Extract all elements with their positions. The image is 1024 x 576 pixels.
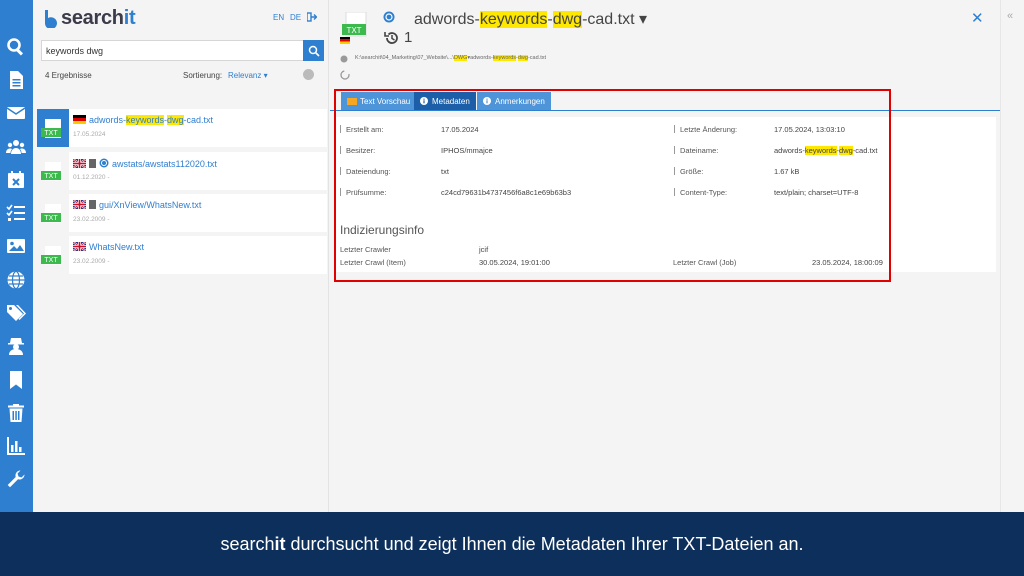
result-item[interactable]: TXT awstats/awstats112020.txt 01.12.2020…	[37, 152, 327, 190]
svg-text:TXT: TXT	[44, 215, 58, 222]
lang-de-link[interactable]: DE	[290, 13, 301, 22]
results-panel: searchit EN DE 4 Ergebnisse Sortierung: …	[33, 0, 329, 512]
txt-file-icon: TXT	[340, 12, 367, 44]
svg-text:TXT: TXT	[44, 257, 58, 264]
result-item[interactable]: TXT gui/XnView/WhatsNew.txt 23.02.2009 -	[37, 194, 327, 232]
collapse-icon[interactable]: «	[1007, 10, 1013, 22]
result-date: 23.02.2009 -	[73, 216, 110, 223]
file-path[interactable]: K:\searchit\04_Marketing\07_Website\...\…	[355, 55, 546, 61]
caption-bar: searchit durchsucht und zeigt Ihnen die …	[0, 512, 1024, 576]
result-item[interactable]: TXT adwords-keywords-dwg-cad.txt 17.05.2…	[37, 109, 327, 147]
highlight-frame	[334, 89, 891, 282]
globe-icon[interactable]	[5, 269, 27, 291]
result-thumb: TXT	[37, 152, 69, 190]
agent-icon[interactable]	[5, 335, 27, 357]
sidebar-rail	[0, 0, 33, 512]
wrench-icon[interactable]	[5, 468, 27, 490]
info-icon[interactable]	[303, 69, 314, 80]
search-icon[interactable]	[5, 36, 27, 58]
flag-gb-icon	[73, 242, 86, 251]
svg-text:TXT: TXT	[44, 130, 58, 137]
document-title[interactable]: adwords-keywords-dwg-cad.txt ▾	[414, 9, 647, 29]
result-thumb: TXT	[37, 109, 69, 147]
result-name[interactable]: gui/XnView/WhatsNew.txt	[99, 200, 201, 210]
result-date: 01.12.2020 -	[73, 174, 110, 181]
result-name[interactable]: WhatsNew.txt	[89, 242, 144, 252]
file-icon	[89, 159, 96, 168]
document-icon[interactable]	[5, 69, 27, 91]
trash-icon[interactable]	[5, 402, 27, 424]
logo-mark-icon	[44, 9, 57, 28]
result-item[interactable]: TXT WhatsNew.txt 23.02.2009 -	[37, 236, 327, 274]
lang-en-link[interactable]: EN	[273, 13, 284, 22]
web-icon[interactable]	[383, 11, 395, 23]
result-name[interactable]: adwords-keywords-dwg-cad.txt	[89, 115, 213, 125]
result-count: 4 Ergebnisse	[45, 71, 92, 80]
app-window: searchit EN DE 4 Ergebnisse Sortierung: …	[0, 0, 1024, 512]
flag-de-icon	[73, 115, 86, 124]
svg-text:TXT: TXT	[346, 26, 361, 35]
txt-file-icon: TXT	[41, 162, 61, 181]
caret-down-icon[interactable]: ▾	[635, 11, 647, 28]
searchit-logo: searchit	[43, 7, 136, 30]
sort-label: Sortierung:	[183, 71, 223, 80]
svg-text:TXT: TXT	[44, 173, 58, 180]
caption-text: searchit durchsucht und zeigt Ihnen die …	[220, 533, 804, 554]
sort-dropdown[interactable]: Relevanz ▾	[228, 71, 268, 80]
result-thumb: TXT	[37, 194, 69, 232]
loading-icon	[340, 70, 350, 80]
search-input[interactable]	[42, 41, 306, 60]
file-icon	[89, 200, 96, 209]
web-icon	[99, 158, 109, 168]
location-icon	[340, 55, 348, 63]
txt-file-icon: TXT	[41, 204, 61, 223]
flag-gb-icon	[73, 159, 86, 168]
image-icon[interactable]	[5, 235, 27, 257]
tasks-icon[interactable]	[5, 202, 27, 224]
search-button[interactable]	[303, 40, 324, 61]
logout-icon[interactable]	[307, 12, 317, 22]
users-icon[interactable]	[5, 136, 27, 158]
bookmark-icon[interactable]	[5, 369, 27, 391]
flag-gb-icon	[73, 200, 86, 209]
history-icon[interactable]	[384, 30, 400, 46]
calendar-delete-icon[interactable]	[5, 169, 27, 191]
search-box	[41, 40, 324, 61]
result-thumb: TXT	[37, 236, 69, 274]
tags-icon[interactable]	[5, 302, 27, 324]
result-name[interactable]: awstats/awstats112020.txt	[112, 159, 217, 169]
mail-icon[interactable]	[5, 102, 27, 124]
chart-icon[interactable]	[5, 435, 27, 457]
close-icon[interactable]: ✕	[971, 9, 984, 27]
txt-file-icon: TXT	[41, 119, 61, 138]
version-count: 1	[404, 29, 413, 46]
txt-file-icon: TXT	[41, 246, 61, 265]
right-strip: «	[1000, 0, 1024, 512]
result-date: 17.05.2024	[73, 131, 106, 138]
search-icon	[308, 45, 320, 57]
result-date: 23.02.2009 -	[73, 258, 110, 265]
